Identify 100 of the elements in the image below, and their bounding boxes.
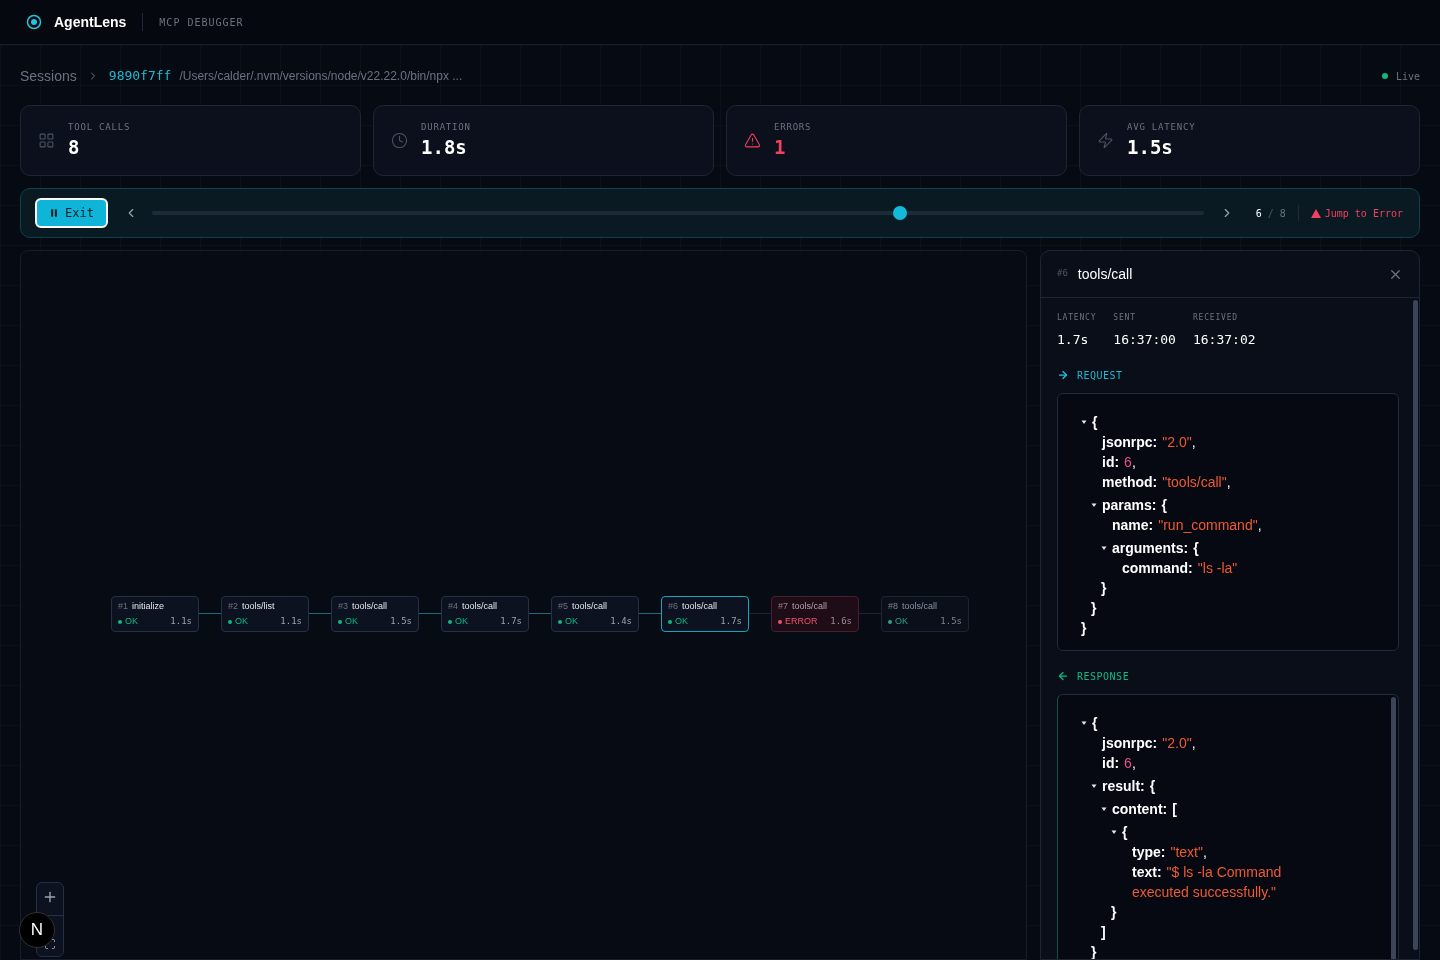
node-index: #3 [338, 601, 348, 612]
json-bracket: } [1101, 579, 1107, 596]
flow-node[interactable]: #7 tools/call ERROR 1.6s [771, 596, 859, 632]
caret-icon[interactable] [1101, 544, 1107, 551]
flow-node[interactable]: #8 tools/call OK 1.5s [881, 596, 969, 632]
caret-icon[interactable] [1101, 805, 1107, 812]
flow-node[interactable]: #3 tools/call OK 1.5s [331, 596, 419, 632]
flow-node[interactable]: #5 tools/call OK 1.4s [551, 596, 639, 632]
json-key: arguments: [1112, 537, 1189, 558]
caret-icon[interactable] [1081, 418, 1087, 425]
edge-line [529, 613, 551, 614]
detail-title: tools/call [1077, 264, 1133, 284]
node-index: #4 [448, 601, 458, 612]
json-entry: command: "ls -la" [1122, 558, 1238, 578]
json-bracket: } [1091, 943, 1097, 959]
node-index: #6 [668, 601, 678, 612]
json-key: content: [1112, 798, 1168, 819]
stat-value: 8 [68, 135, 81, 161]
node-method: tools/call [352, 601, 388, 612]
node-status: OK [565, 616, 578, 627]
caret-icon[interactable] [1111, 828, 1117, 835]
session-command: /Users/calder/.nvm/versions/node/v22.22.0/bin/npx ... [179, 68, 463, 85]
metric-value: 16:37:02 [1192, 331, 1256, 349]
json-entry: id: 6, [1102, 753, 1136, 773]
node-method: tools/call [462, 601, 498, 612]
status-text: Live [1395, 69, 1420, 84]
node-method: tools/call [902, 601, 938, 612]
flow-node[interactable]: #1 initialize OK 1.1s [111, 596, 199, 632]
metric-label: RECEIVED [1192, 312, 1239, 324]
node-time: 1.7s [500, 616, 522, 627]
arrow-left-icon [1057, 670, 1069, 682]
flow-node[interactable]: #6 tools/call OK 1.7s [661, 596, 749, 632]
stat-value: 1 [774, 135, 787, 161]
node-time: 1.6s [830, 616, 852, 627]
flow-node[interactable]: #4 tools/call OK 1.7s [441, 596, 529, 632]
edge-line [199, 613, 221, 614]
session-id: 9890f7ff [108, 67, 172, 86]
step-current: 6 [1255, 206, 1262, 221]
step-total: 8 [1279, 206, 1286, 221]
node-index: #5 [558, 601, 568, 612]
caret-icon[interactable] [1081, 719, 1087, 726]
node-status: OK [345, 616, 358, 627]
node-method: tools/call [792, 601, 828, 612]
json-entry: jsonrpc: "2.0", [1102, 733, 1196, 753]
metric-value: 1.7s [1057, 331, 1090, 349]
json-key: result: [1102, 775, 1145, 796]
json-entry: type: "text", [1132, 842, 1207, 862]
timeline-thumb[interactable] [892, 206, 907, 220]
scrollbar[interactable] [1391, 696, 1396, 959]
arrow-right-icon [1057, 369, 1069, 381]
zoom-in-button[interactable] [42, 889, 58, 905]
json-key: params: [1102, 494, 1157, 515]
logo-icon [26, 14, 42, 30]
stat-value: 1.8s [421, 135, 468, 161]
jump-to-error-button[interactable]: Jump to Error [1310, 205, 1403, 221]
app-subtitle: MCP DEBUGGER [159, 15, 244, 30]
node-status: OK [455, 616, 468, 627]
json-bracket: { [1161, 495, 1167, 515]
node-status: OK [235, 616, 248, 627]
node-time: 1.1s [280, 616, 302, 627]
caret-icon[interactable] [1091, 501, 1097, 508]
node-status: OK [675, 616, 688, 627]
json-entry: method: "tools/call", [1102, 472, 1231, 492]
edge-line [639, 613, 661, 614]
json-bracket: { [1193, 538, 1199, 558]
warning-icon [1310, 208, 1321, 218]
json-bracket: ] [1101, 923, 1106, 940]
metric-value: 16:37:00 [1113, 331, 1176, 349]
pause-icon [49, 208, 59, 218]
node-method: initialize [132, 601, 165, 612]
json-entry: id: 6, [1102, 452, 1136, 472]
flow-node[interactable]: #2 tools/list OK 1.1s [221, 596, 309, 632]
node-index: #7 [778, 601, 788, 612]
node-status: ERROR [785, 616, 818, 627]
stat-label: ERRORS [774, 120, 812, 134]
json-entry: name: "run_command", [1112, 515, 1262, 535]
node-method: tools/list [242, 601, 275, 612]
node-status: OK [125, 616, 138, 627]
section-title: RESPONSE [1077, 669, 1130, 684]
stat-label: AVG LATENCY [1127, 120, 1196, 134]
json-bracket: } [1091, 599, 1097, 616]
node-time: 1.4s [610, 616, 632, 627]
node-method: tools/call [682, 601, 718, 612]
node-method: tools/call [572, 601, 608, 612]
stat-value: 1.5s [1127, 135, 1174, 161]
exit-button[interactable]: Exit [35, 198, 108, 228]
caret-icon[interactable] [1091, 782, 1097, 789]
edge-line [309, 613, 331, 614]
node-time: 1.1s [170, 616, 192, 627]
json-bracket: } [1111, 903, 1117, 920]
dev-badge[interactable]: N [19, 912, 55, 948]
stat-label: TOOL CALLS [68, 120, 131, 134]
json-bracket: { [1092, 713, 1098, 733]
metric-label: SENT [1113, 312, 1137, 324]
edge-line [419, 613, 441, 614]
scrollbar[interactable] [1413, 300, 1418, 950]
node-status: OK [895, 616, 908, 627]
breadcrumb-link[interactable]: Sessions [20, 65, 77, 87]
node-index: #2 [228, 601, 238, 612]
json-bracket: [ [1172, 799, 1177, 819]
